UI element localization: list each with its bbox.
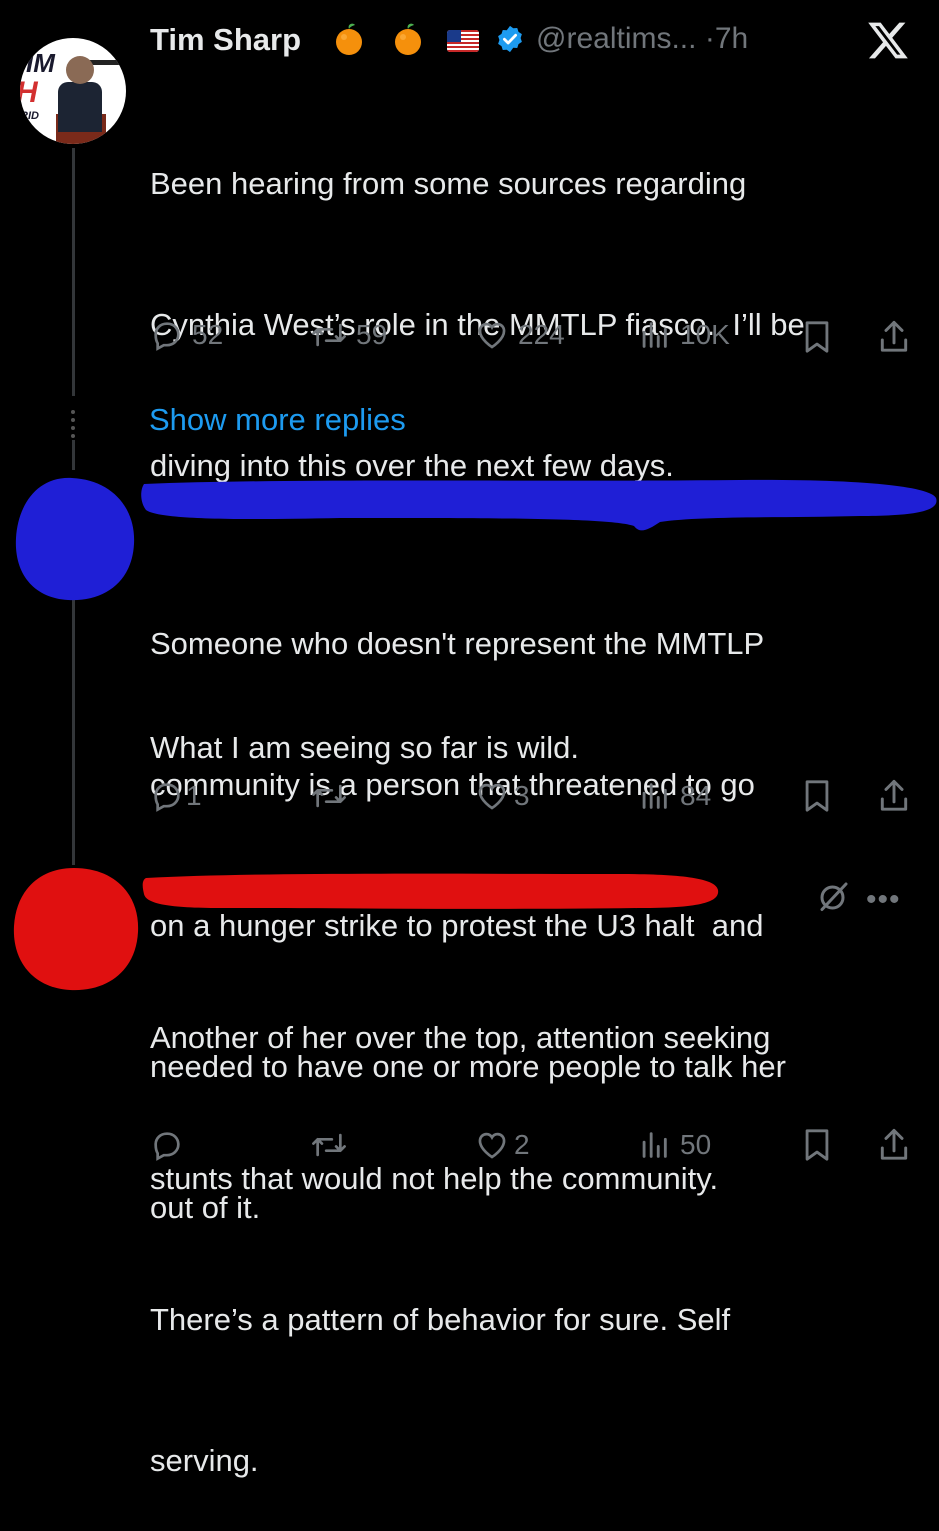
author-handle[interactable]: @realtims... ·7h (536, 22, 748, 56)
more-icon[interactable]: ••• (866, 883, 901, 917)
handle-text: @realtims... (536, 22, 697, 55)
like-count: 224 (518, 319, 565, 350)
repost-button[interactable] (310, 779, 356, 813)
share-icon (880, 1128, 908, 1160)
reply-count: 1 (186, 780, 202, 811)
text-line: There’s a pattern of behavior for sure. … (150, 1302, 731, 1337)
orange-emoji-icon (395, 23, 421, 55)
repost-icon (312, 784, 346, 808)
reply-button[interactable]: 52 (150, 318, 223, 352)
view-count: 84 (680, 780, 712, 811)
view-count: 10K (680, 319, 730, 350)
bookmark-button[interactable] (800, 777, 834, 815)
author-name[interactable]: Tim Sharp (150, 22, 301, 58)
repost-icon (312, 323, 346, 347)
share-icon (880, 320, 908, 352)
orange-emoji-icon (336, 23, 362, 55)
reply-button[interactable]: 1 (150, 779, 202, 813)
like-button[interactable]: 2 (474, 1128, 530, 1162)
views-icon (642, 783, 667, 809)
show-more-replies-link[interactable]: Show more replies (149, 402, 406, 438)
bookmark-icon (805, 1129, 829, 1161)
views-button[interactable]: 84 (636, 779, 711, 813)
text-line: stunts that would not help the community… (150, 1161, 719, 1196)
verified-icon (498, 25, 522, 53)
like-icon (478, 783, 506, 810)
grok-icon[interactable] (816, 878, 852, 914)
text-line: Another of her over the top, attention s… (150, 1020, 771, 1055)
views-button[interactable]: 10K (636, 318, 730, 352)
views-button[interactable]: 50 (636, 1128, 711, 1162)
reply-text: Another of her over the top, attention s… (150, 920, 770, 1531)
share-button[interactable] (876, 777, 912, 815)
repost-count: 59 (356, 319, 388, 350)
reply-icon (154, 1132, 180, 1161)
share-button[interactable] (876, 318, 912, 356)
bookmark-button[interactable] (800, 1126, 834, 1164)
thread-gap-dots (71, 410, 75, 442)
redacted-avatar (13, 868, 139, 991)
views-icon (642, 322, 667, 348)
text-line: Someone who doesn't represent the MMTLP (150, 626, 765, 661)
bookmark-button[interactable] (800, 318, 834, 356)
like-button[interactable]: 3 (474, 779, 530, 813)
reply-count: 52 (192, 319, 224, 350)
timestamp[interactable]: 7h (715, 22, 748, 55)
repost-button[interactable]: 59 (310, 318, 387, 352)
thread-line (72, 440, 75, 470)
bookmark-icon (805, 780, 829, 812)
text-line: Been hearing from some sources regarding (150, 166, 747, 201)
avatar-logo-text: IM (26, 48, 55, 78)
repost-button[interactable] (310, 1128, 356, 1162)
text-line: serving. (150, 1443, 259, 1478)
views-icon (642, 1132, 667, 1158)
reply-button[interactable] (150, 1128, 192, 1162)
like-count: 3 (514, 780, 530, 811)
view-count: 50 (680, 1129, 712, 1160)
like-count: 2 (514, 1129, 530, 1160)
avatar-logo-text: RID (20, 110, 39, 122)
avatar[interactable]: IM H RID (20, 38, 126, 144)
reply-icon (154, 322, 180, 351)
separator: · (704, 22, 715, 55)
share-icon (880, 779, 908, 811)
like-icon (478, 1132, 506, 1159)
redacted-username (142, 873, 719, 909)
redacted-avatar (15, 477, 135, 601)
share-button[interactable] (876, 1126, 912, 1164)
like-icon (478, 322, 506, 349)
thread-line (72, 148, 75, 396)
avatar-logo-text: H (20, 76, 38, 110)
x-logo-icon[interactable] (866, 18, 910, 62)
reply-icon (154, 783, 180, 812)
bookmark-icon (805, 321, 829, 353)
thread-line (72, 590, 75, 865)
repost-icon (312, 1133, 346, 1157)
us-flag-icon (447, 30, 479, 52)
like-button[interactable]: 224 (474, 318, 565, 352)
